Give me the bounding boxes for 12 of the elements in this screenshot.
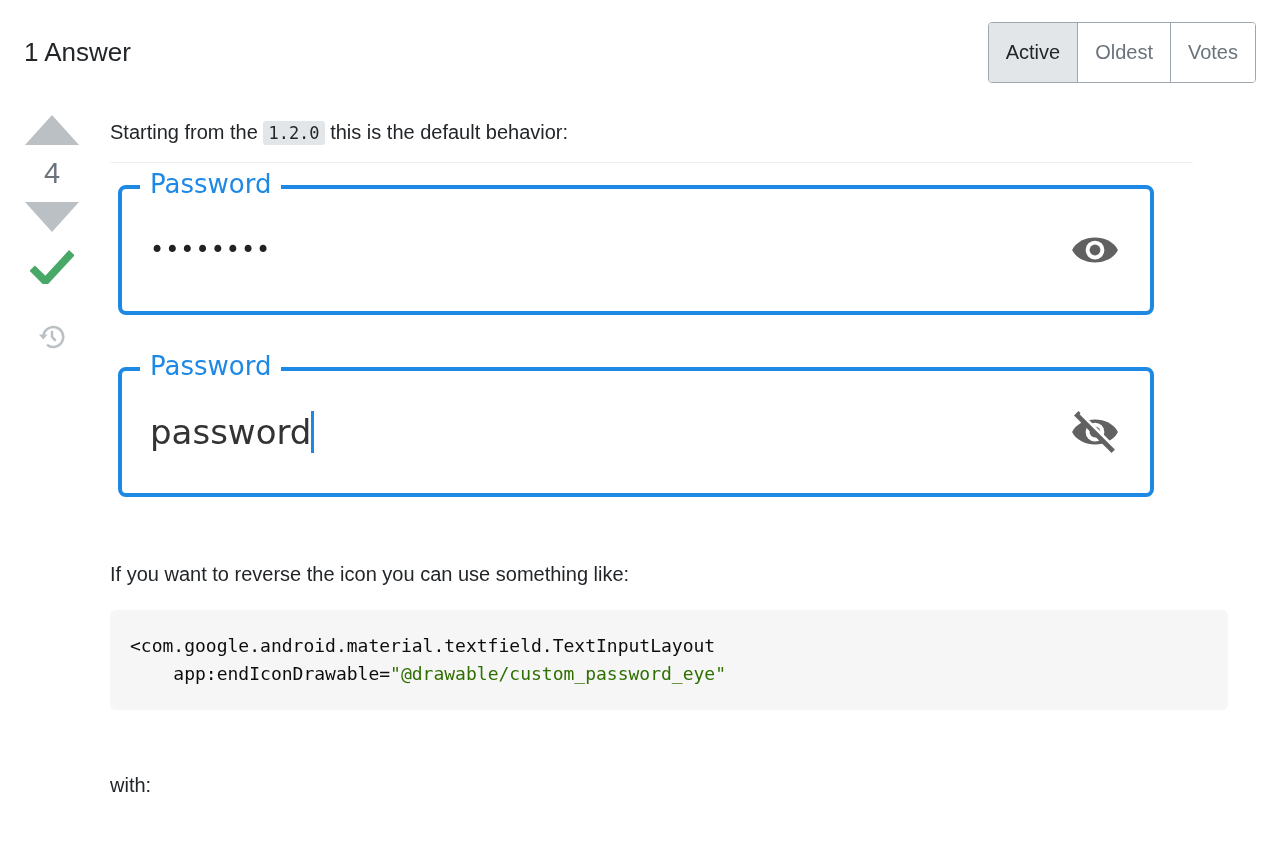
field-value: •••••••• [150,236,272,264]
vote-count: 4 [42,157,62,190]
field-value: password [150,412,312,452]
upvote-icon[interactable] [24,115,80,145]
sort-tab[interactable]: Active [988,23,1078,82]
paragraph-text: If you want to reverse the icon you can use something like: [110,563,631,586]
paragraph-text: with: [110,774,153,797]
sort-tab[interactable]: Votes [1169,23,1255,82]
intro-text: Starting from the 1.2.0 this is the default behavior: [110,121,570,144]
answers-heading: 1 Answer [24,37,131,68]
downvote-icon[interactable] [24,202,80,232]
code-block: <com.google.android.material.textfield.TextInputLayout app:endIconDrawable="@drawable/custom_password_eye" [110,610,1228,710]
